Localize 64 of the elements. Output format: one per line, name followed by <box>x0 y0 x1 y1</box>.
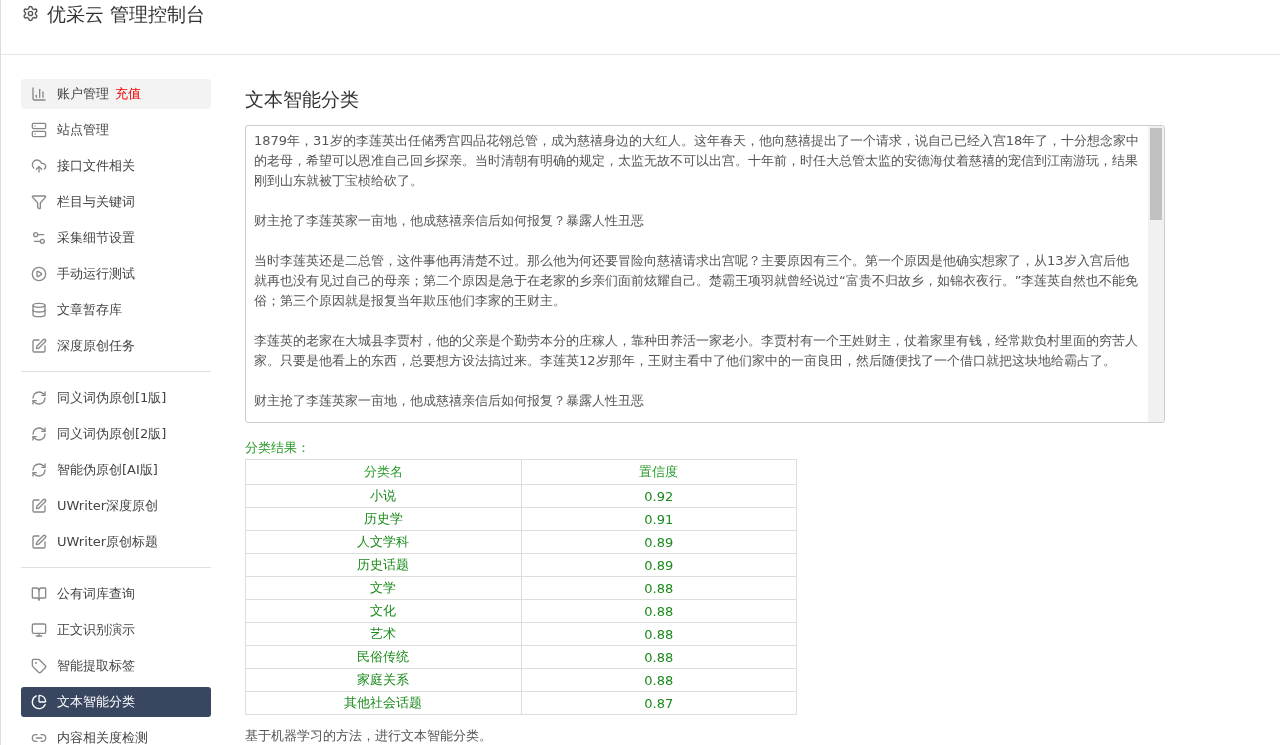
sidebar-item[interactable]: 同义词伪原创[1版] <box>21 383 211 413</box>
table-cell: 0.88 <box>521 599 797 623</box>
cloud-upload-icon <box>31 158 47 174</box>
refresh-icon <box>31 390 47 406</box>
page-title: 文本智能分类 <box>245 87 360 112</box>
table-cell: 文学 <box>245 576 521 600</box>
table-cell: 0.87 <box>521 691 797 715</box>
column-header: 分类名 <box>245 459 521 485</box>
settings-icon <box>22 5 39 22</box>
sidebar-item[interactable]: 栏目与关键词 <box>21 187 211 217</box>
description-text: 基于机器学习的方法，进行文本智能分类。 <box>245 727 493 745</box>
refresh-icon <box>31 426 47 442</box>
scrollbar[interactable] <box>1148 126 1164 422</box>
sidebar-item[interactable]: 同义词伪原创[2版] <box>21 419 211 449</box>
bar-chart-icon <box>31 86 47 102</box>
table-cell: 0.91 <box>521 507 797 531</box>
sidebar-item[interactable]: 采集细节设置 <box>21 223 211 253</box>
table-cell: 0.89 <box>521 553 797 577</box>
edit-icon <box>31 498 47 514</box>
table-cell: 0.88 <box>521 576 797 600</box>
book-icon <box>31 586 47 602</box>
filter-icon <box>31 194 47 210</box>
sidebar-item[interactable]: 正文识别演示 <box>21 615 211 645</box>
text-area[interactable]: 1879年，31岁的李莲英出任储秀宫四品花翎总管，成为慈禧身边的大红人。这年春天，他向慈禧提出了一个请求，说自己已经入宫18年了，十分想念家中的老母，希望可以恩准自己回乡探亲。当时清朝有明确的规定，太监无故不可以出宫。十年前，时任大总管太监的安德海仗着慈禧的宠信到江南游玩，结果刚到山东就被丁宝桢给砍了。 财主抢了李莲英家一亩地，他成慈禧亲信后如何报复？暴露人性丑恶 当时李莲英还是二总管，这件事他再清楚不过。那么他为何还要冒险向慈禧请求出宫呢？主要原因有三个。第一个原因是他确实想家了，从13岁入宫后他就再也没有见过自己的母亲；第二个原因是急于在老家的乡亲们面前炫耀自己。楚霸王项羽就曾经说过“富贵不归故乡，如锦衣夜行。”李莲英自然也不能免俗；第三个原因就是报复当年欺压他们李家的王财主。 李莲英的老家在大城县李贾村，他的父亲是个勤劳本分的庄稼人，靠种田养活一家老小。李贾村有一个王姓财主，仗着家里有钱，经常欺负村里面的穷苦人家。只要是他看上的东西，总要想方设法搞过来。李莲英12岁那年，王财主看中了他们家中的一亩良田，然后随便找了一个借口就把这块地给霸占了。 财主抢了李莲英家一亩地，他成慈禧亲信后如何报复？暴露人性丑恶 <box>245 125 1165 423</box>
sidebar-item[interactable]: 深度原创任务 <box>21 331 211 361</box>
table-cell: 其他社会话题 <box>245 691 521 715</box>
sidebar-item[interactable]: 智能伪原创[AI版] <box>21 455 211 485</box>
edit-icon <box>31 338 47 354</box>
sidebar-item[interactable]: 公有词库查询 <box>21 579 211 609</box>
sidebar-item[interactable]: UWriter深度原创 <box>21 491 211 521</box>
table-cell: 历史学 <box>245 507 521 531</box>
table-cell: 艺术 <box>245 622 521 646</box>
result-label: 分类结果： <box>245 439 311 457</box>
monitor-icon <box>31 622 47 638</box>
server-icon <box>31 122 47 138</box>
sidebar-item[interactable]: 接口文件相关 <box>21 151 211 181</box>
refresh-icon <box>31 462 47 478</box>
table-cell: 民俗传统 <box>245 645 521 669</box>
table-cell: 0.92 <box>521 484 797 508</box>
sidebar-item[interactable]: 智能提取标签 <box>21 651 211 681</box>
table-cell: 0.88 <box>521 645 797 669</box>
sidebar-item[interactable]: 站点管理 <box>21 115 211 145</box>
tag-icon <box>31 658 47 674</box>
sidebar-item[interactable]: 文本智能分类 <box>21 687 211 717</box>
table-cell: 小说 <box>245 484 521 508</box>
sidebar-item[interactable]: 手动运行测试 <box>21 259 211 289</box>
table-cell: 文化 <box>245 599 521 623</box>
edit-icon <box>31 534 47 550</box>
column-header: 置信度 <box>521 459 797 485</box>
sidebar-item[interactable]: 文章暂存库 <box>21 295 211 325</box>
pie-chart-icon <box>31 694 47 710</box>
sidebar-item[interactable]: 账户管理 充值 <box>21 79 211 109</box>
table-cell: 0.88 <box>521 622 797 646</box>
table-cell: 家庭关系 <box>245 668 521 692</box>
recharge-link[interactable]: 充值 <box>115 85 141 103</box>
table-cell: 人文学科 <box>245 530 521 554</box>
play-icon <box>31 266 47 282</box>
sidebar-item[interactable]: UWriter原创标题 <box>21 527 211 557</box>
table-cell: 历史话题 <box>245 553 521 577</box>
database-icon <box>31 302 47 318</box>
app-title: 优采云 管理控制台 <box>47 2 206 26</box>
table-cell: 0.89 <box>521 530 797 554</box>
table-cell: 0.88 <box>521 668 797 692</box>
sidebar-item[interactable]: 内容相关度检测 <box>21 723 211 745</box>
